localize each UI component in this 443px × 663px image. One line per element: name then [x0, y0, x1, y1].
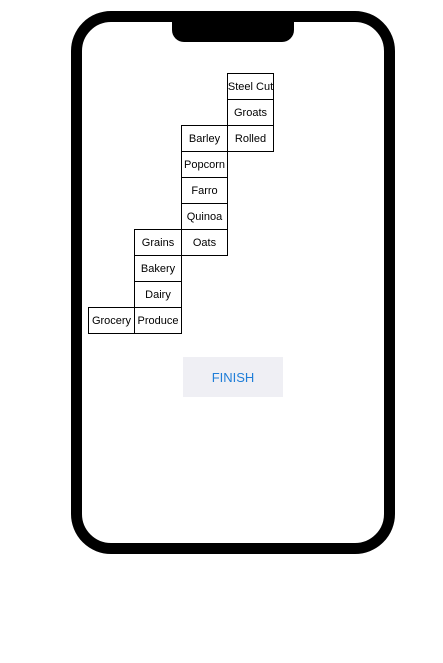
category-cell-bakery[interactable]: Bakery — [134, 255, 182, 282]
finish-button[interactable]: FINISH — [183, 357, 283, 397]
category-cell-produce[interactable]: Produce — [134, 307, 182, 334]
category-cell-groats[interactable]: Groats — [227, 99, 274, 126]
category-cell-barley[interactable]: Barley — [181, 125, 228, 152]
category-cell-oats[interactable]: Oats — [181, 229, 228, 256]
category-cell-grains[interactable]: Grains — [134, 229, 182, 256]
phone-notch — [172, 11, 294, 42]
category-cell-rolled[interactable]: Rolled — [227, 125, 274, 152]
category-cell-quinoa[interactable]: Quinoa — [181, 203, 228, 230]
category-cell-grocery[interactable]: Grocery — [88, 307, 135, 334]
category-cell-farro[interactable]: Farro — [181, 177, 228, 204]
category-cell-popcorn[interactable]: Popcorn — [181, 151, 228, 178]
category-cell-steel-cut[interactable]: Steel Cut — [227, 73, 274, 100]
category-cell-dairy[interactable]: Dairy — [134, 281, 182, 308]
